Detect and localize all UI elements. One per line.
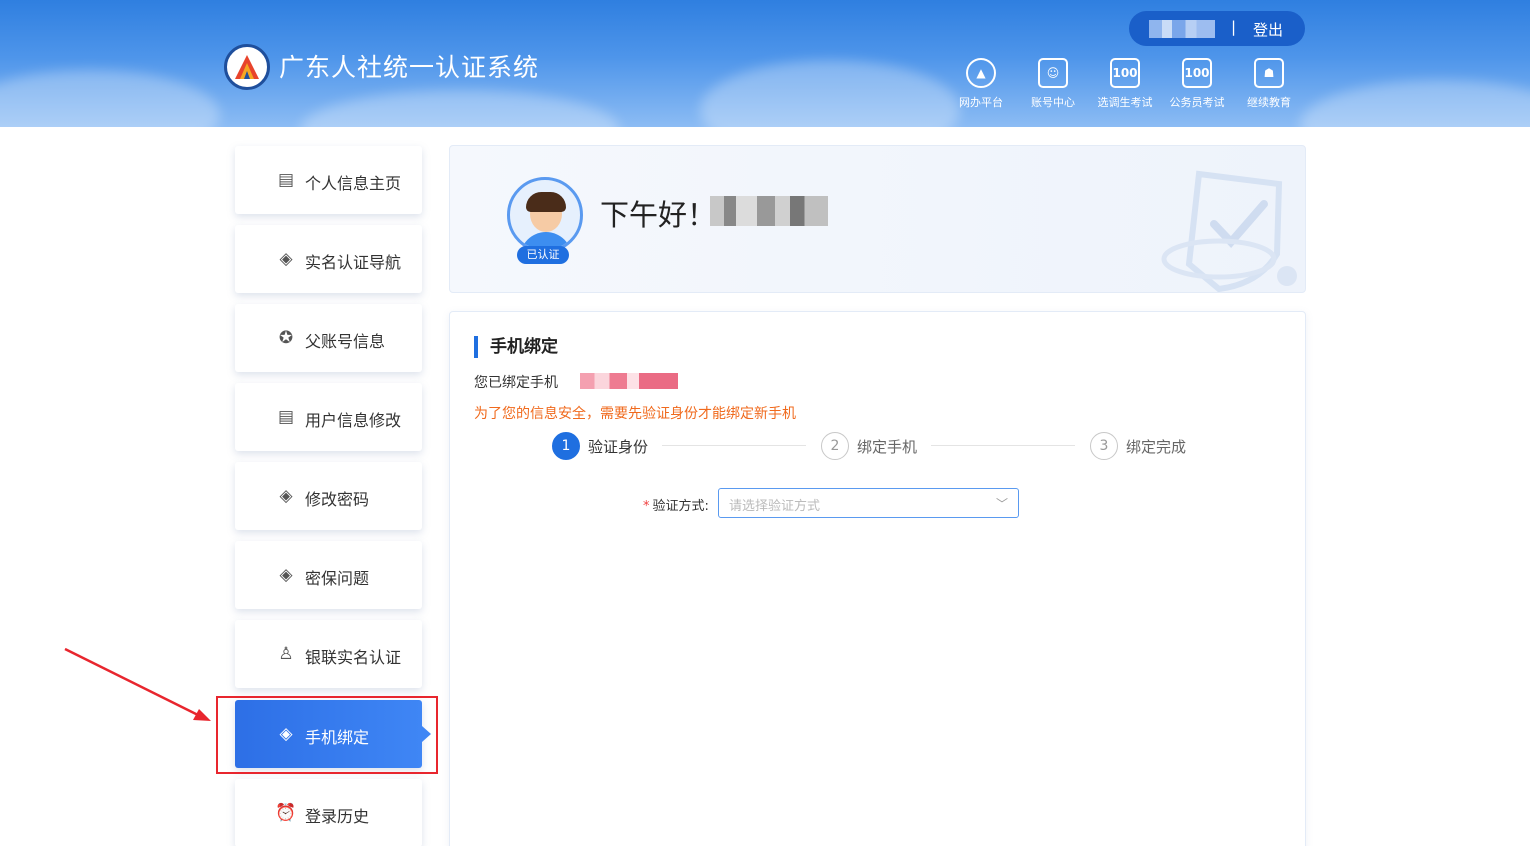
sidebar-item-profile-home[interactable]: ▤ 个人信息主页	[235, 146, 422, 214]
id-card-icon: ▤	[277, 407, 295, 427]
sidebar-item-label: 密保问题	[305, 569, 370, 588]
verify-method-label-text: 验证方式:	[652, 499, 709, 514]
verify-method-select[interactable]: 请选择验证方式 ﹀	[718, 488, 1019, 518]
nav-education[interactable]: ☗ 继续教育	[1239, 58, 1299, 110]
account-center-icon: ☺	[1038, 58, 1068, 88]
step-connector	[662, 445, 806, 446]
sidebar-item-change-password[interactable]: ◈ 修改密码	[235, 462, 422, 530]
brand-title: 广东人社统一认证系统	[279, 53, 540, 82]
verify-method-label: * 验证方式:	[643, 495, 709, 514]
nav-portal[interactable]: ▲ 网办平台	[951, 58, 1011, 110]
shield-decoration-icon	[1161, 170, 1297, 292]
cloud-decoration	[700, 60, 960, 127]
brand-logo-icon	[235, 55, 259, 79]
nav-label: 网办平台	[959, 96, 1003, 109]
step-number: 3	[1090, 432, 1118, 460]
shield-check-icon: ◈	[279, 249, 293, 269]
exam-icon: 100	[1110, 58, 1140, 88]
step-label: 绑定手机	[857, 438, 918, 456]
sidebar-item-parent-account[interactable]: ✪ 父账号信息	[235, 304, 422, 372]
sidebar-item-label: 修改密码	[305, 490, 370, 509]
sidebar-item-security-question[interactable]: ◈ 密保问题	[235, 541, 422, 609]
alarm-clock-icon: ⏰	[275, 803, 297, 823]
step-number: 1	[552, 432, 580, 460]
verified-badge: 已认证	[517, 246, 569, 264]
user-stamp-icon: ♙	[278, 644, 294, 664]
sidebar-item-edit-user-info[interactable]: ▤ 用户信息修改	[235, 383, 422, 451]
greeting-text: 下午好！	[600, 198, 717, 232]
sidebar-item-realname-nav[interactable]: ◈ 实名认证导航	[235, 225, 422, 293]
nav-label: 账号中心	[1031, 96, 1075, 109]
sidebar-item-label: 父账号信息	[305, 332, 386, 351]
shield-check-icon: ◈	[279, 565, 293, 585]
user-bar: | 登出	[1129, 11, 1305, 46]
nav-label: 继续教育	[1247, 96, 1291, 109]
sidebar-item-unionpay-auth[interactable]: ♙ 银联实名认证	[235, 620, 422, 688]
avatar-hair	[526, 192, 566, 212]
select-placeholder: 请选择验证方式	[729, 499, 821, 514]
annotation-highlight-box	[216, 696, 438, 774]
nav-account-center[interactable]: ☺ 账号中心	[1023, 58, 1083, 110]
sidebar-item-label: 银联实名认证	[305, 648, 402, 667]
civil-exam-icon: 100	[1182, 58, 1212, 88]
phone-number-mosaic	[580, 373, 678, 389]
nav-civil-exam[interactable]: 100 公务员考试	[1167, 58, 1227, 110]
separator: |	[1231, 18, 1237, 36]
sidebar-item-label: 登录历史	[305, 807, 370, 826]
portal-icon: ▲	[966, 58, 996, 88]
username-mosaic	[710, 196, 828, 226]
sidebar-item-label: 用户信息修改	[305, 411, 402, 430]
step-connector	[931, 445, 1075, 446]
chevron-down-icon: ﹀	[995, 497, 1008, 511]
brand-logo	[224, 44, 270, 90]
cloud-decoration	[1300, 80, 1530, 127]
shield-check-icon: ◈	[279, 486, 293, 506]
phone-binding-panel: 手机绑定 您已绑定手机 为了您的信息安全，需要先验证身份才能绑定新手机 1 验证…	[449, 311, 1306, 846]
required-mark: *	[643, 499, 650, 514]
nav-label: 选调生考试	[1097, 96, 1153, 109]
nav-label: 公务员考试	[1169, 96, 1225, 109]
nav-selection-exam[interactable]: 100 选调生考试	[1095, 58, 1155, 110]
step-label: 验证身份	[588, 438, 649, 456]
education-icon: ☗	[1254, 58, 1284, 88]
logout-link[interactable]: 登出	[1253, 19, 1283, 40]
step-label: 绑定完成	[1126, 438, 1187, 456]
badge-icon: ✪	[278, 328, 294, 348]
step-number: 2	[821, 432, 849, 460]
id-card-icon: ▤	[277, 170, 295, 190]
welcome-card: 已认证 下午好！	[449, 145, 1306, 293]
username-mosaic	[1149, 20, 1215, 38]
avatar	[507, 177, 583, 253]
bound-phone-label: 您已绑定手机	[474, 375, 558, 391]
cloud-decoration	[300, 90, 620, 127]
sidebar-item-label: 实名认证导航	[305, 253, 402, 272]
annotation-arrow-icon	[64, 647, 211, 721]
security-warning: 为了您的信息安全，需要先验证身份才能绑定新手机	[474, 406, 796, 422]
section-title: 手机绑定	[474, 336, 558, 358]
sidebar-item-login-history[interactable]: ⏰ 登录历史	[235, 779, 422, 846]
sidebar-item-label: 个人信息主页	[305, 174, 402, 193]
